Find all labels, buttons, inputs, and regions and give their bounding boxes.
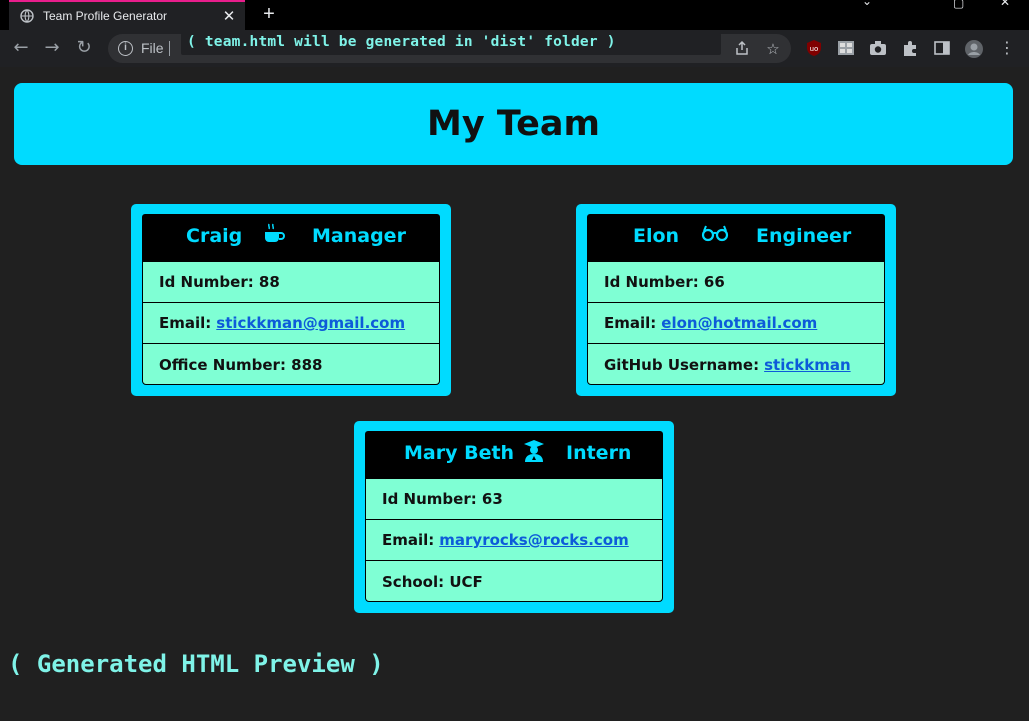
list-item: School: UCF — [382, 572, 483, 591]
list-item: Id Number: 66 — [588, 262, 884, 303]
list-item: Email: maryrocks@rocks.com — [366, 520, 662, 561]
maximize-icon[interactable]: ▢ — [953, 0, 964, 10]
card-header: Craig Manager — [142, 214, 440, 262]
camera-icon[interactable] — [869, 39, 887, 57]
employee-details: Id Number: 63 Email: maryrocks@rocks.com … — [365, 478, 663, 602]
employee-name: Mary Beth — [404, 442, 515, 464]
list-item: Office Number: 888 — [159, 355, 323, 374]
info-icon[interactable]: i — [118, 41, 133, 56]
page-header: My Team — [14, 83, 1013, 165]
address-scheme: File — [141, 40, 164, 56]
address-note: ( team.html will be generated in 'dist' … — [187, 34, 616, 50]
list-item: Email: elon@hotmail.com — [588, 303, 884, 344]
browser-tab[interactable]: Team Profile Generator ✕ — [9, 0, 245, 30]
employee-details: Id Number: 66 Email: elon@hotmail.com Git… — [587, 261, 885, 385]
card-header: Elon Engineer — [587, 214, 885, 262]
employee-card: Elon Engineer Id Number: 66 Email: elon@h… — [576, 204, 896, 396]
glasses-icon — [701, 222, 729, 246]
profile-avatar[interactable] — [964, 39, 984, 59]
list-item: Email: stickkman@gmail.com — [143, 303, 439, 344]
page-body: My Team Craig Manager Id Number: 88 Emai… — [0, 67, 1029, 721]
employee-role: Engineer — [756, 225, 852, 247]
github-link[interactable]: stickkman — [764, 356, 851, 374]
forward-icon[interactable]: → — [42, 38, 62, 58]
employee-name: Elon — [633, 225, 680, 247]
svg-text:uo: uo — [810, 45, 819, 53]
preview-caption: ( Generated HTML Preview ) — [8, 650, 384, 678]
coffee-icon — [262, 222, 286, 246]
menu-kebab-icon[interactable]: ⋮ — [998, 39, 1016, 57]
email-link[interactable]: maryrocks@rocks.com — [439, 531, 628, 549]
list-item: Id Number: 63 — [366, 479, 662, 520]
card-header: Mary Beth Intern — [365, 431, 663, 479]
employee-name: Craig — [186, 225, 243, 247]
chevron-down-icon[interactable]: ⌄ — [862, 0, 872, 8]
close-tab-icon[interactable]: ✕ — [221, 8, 237, 24]
ublock-icon[interactable]: uo — [805, 39, 823, 57]
employee-card: Craig Manager Id Number: 88 Email: stickk… — [131, 204, 451, 396]
graduate-icon — [522, 439, 546, 463]
page-title: My Team — [427, 104, 600, 144]
tab-title: Team Profile Generator — [43, 9, 168, 23]
employee-role: Manager — [312, 225, 406, 247]
new-tab-icon[interactable]: + — [259, 3, 279, 25]
reload-icon[interactable]: ↻ — [74, 38, 94, 58]
email-link[interactable]: stickkman@gmail.com — [216, 314, 405, 332]
extension-grid-icon[interactable] — [837, 39, 855, 57]
employee-details: Id Number: 88 Email: stickkman@gmail.com … — [142, 261, 440, 385]
employee-role: Intern — [566, 442, 632, 464]
address-divider — [169, 41, 170, 56]
side-panel-icon[interactable] — [933, 39, 951, 57]
close-window-icon[interactable]: ✕ — [1000, 0, 1010, 9]
list-item: GitHub Username: stickkman — [604, 355, 851, 374]
share-icon[interactable] — [733, 40, 751, 58]
back-icon[interactable]: ← — [11, 38, 31, 58]
bookmark-star-icon[interactable]: ☆ — [764, 40, 782, 58]
list-item: Id Number: 88 — [143, 262, 439, 303]
email-link[interactable]: elon@hotmail.com — [661, 314, 817, 332]
tab-strip: Team Profile Generator ✕ + ⌄ ▢ ✕ — [0, 0, 1029, 30]
globe-icon — [20, 9, 34, 23]
extensions-puzzle-icon[interactable] — [901, 39, 919, 57]
employee-card: Mary Beth Intern Id Number: 63 Email: mar… — [354, 421, 674, 613]
browser-toolbar: ← → ↻ i File ☆ ( team.html will be gener… — [0, 30, 1029, 67]
